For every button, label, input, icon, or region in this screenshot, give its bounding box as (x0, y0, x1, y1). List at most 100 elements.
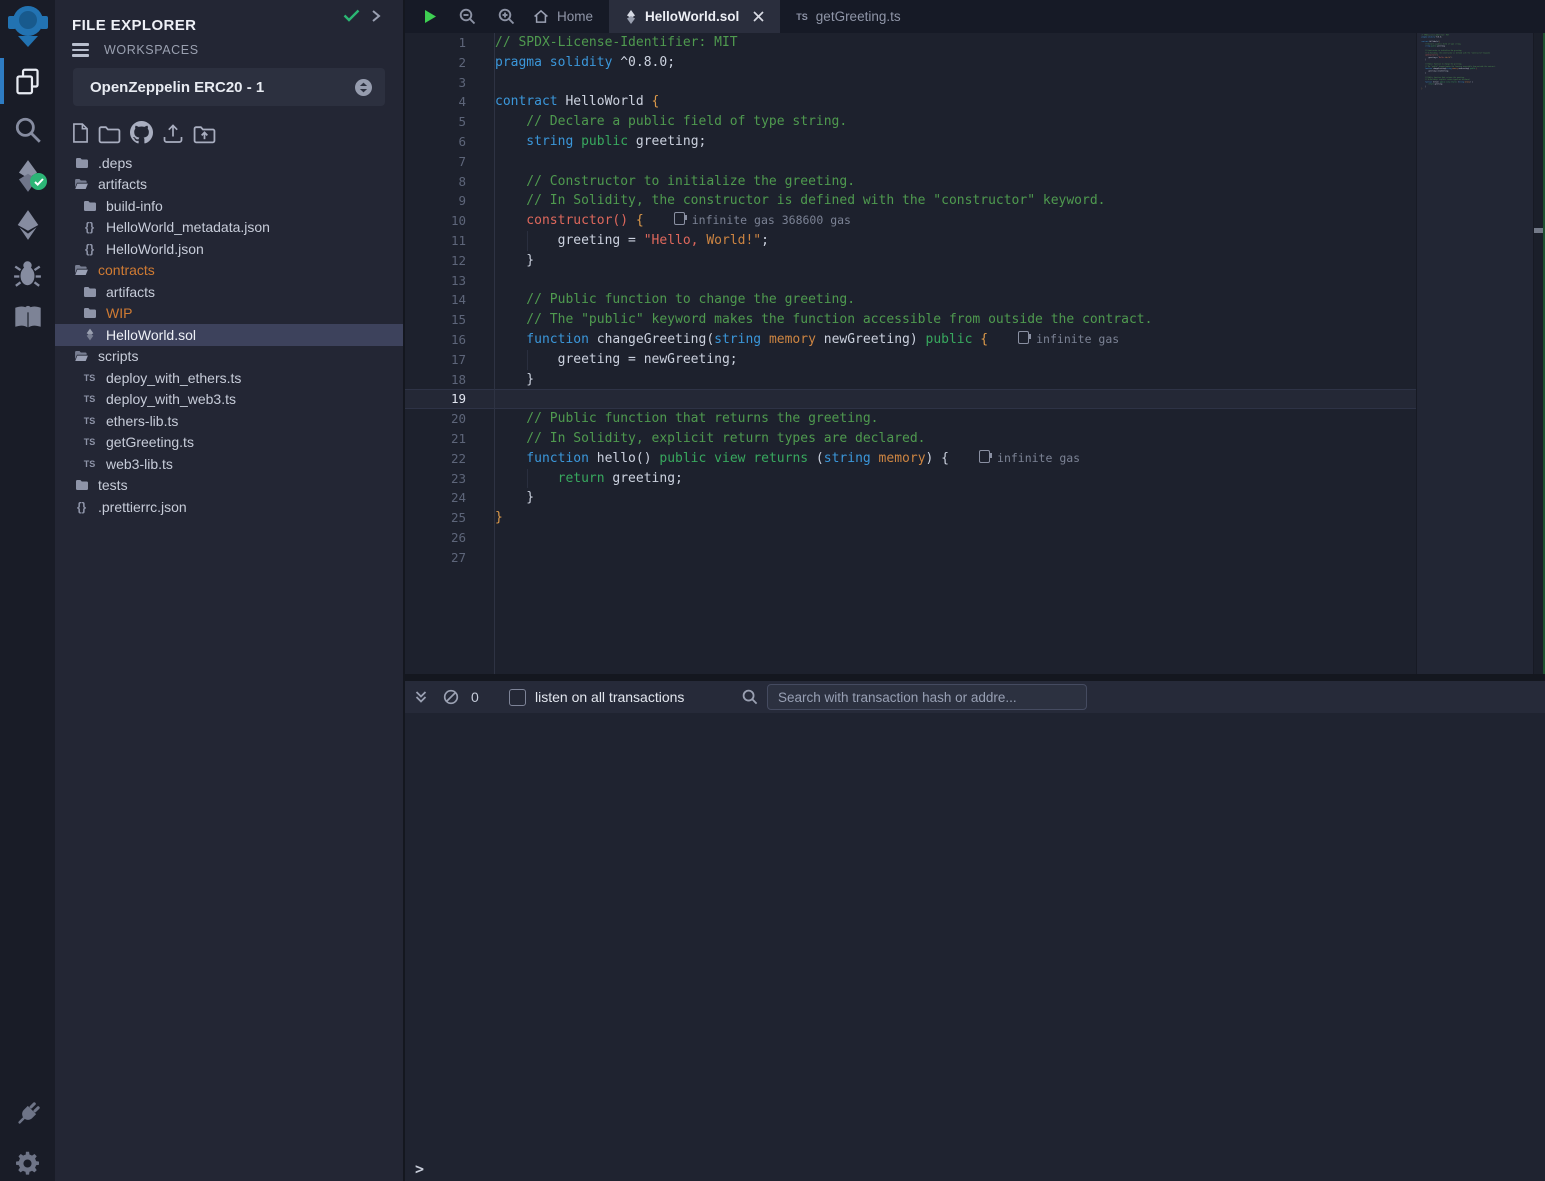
code-line-2[interactable]: 2pragma solidity ^0.8.0; (405, 53, 1416, 73)
code-line-26[interactable]: 26 (405, 528, 1416, 548)
tree-item-label: contracts (98, 262, 155, 278)
zoom-out-icon (459, 8, 476, 25)
code-line-12[interactable]: 12 } (405, 251, 1416, 271)
tree-item-scripts[interactable]: scripts (55, 346, 403, 368)
new-folder-button[interactable] (98, 125, 121, 144)
workspaces-menu-icon[interactable] (72, 43, 89, 56)
minimap[interactable]: // SPDX-License-Identifier: MITpragma so… (1421, 34, 1531, 164)
code-line-13[interactable]: 13 (405, 271, 1416, 291)
code-line-20[interactable]: 20 // Public function that returns the g… (405, 409, 1416, 429)
tab-bar: Home HelloWorld.sol TS (405, 0, 1545, 33)
code-line-19[interactable]: 19 (405, 389, 1416, 409)
line-number: 1 (405, 33, 466, 53)
code-line-16[interactable]: 16 function changeGreeting(string memory… (405, 330, 1416, 350)
tree-item--prettierrc-json[interactable]: {}.prettierrc.json (55, 496, 403, 518)
sidebar-item-file-explorer[interactable] (0, 62, 55, 100)
tree-item-label: HelloWorld.sol (106, 327, 196, 343)
run-script-button[interactable] (424, 9, 437, 24)
workspace-select[interactable]: OpenZeppelin ERC20 - 1 (73, 68, 385, 106)
code-line-14[interactable]: 14 // Public function to change the gree… (405, 290, 1416, 310)
code-line-18[interactable]: 18 } (405, 370, 1416, 390)
tab-label: Home (557, 9, 593, 24)
tree-item-tests[interactable]: tests (55, 475, 403, 497)
tree-item-helloworld-metadata-json[interactable]: {}HelloWorld_metadata.json (55, 217, 403, 239)
code-line-7[interactable]: 7 (405, 152, 1416, 172)
terminal-output[interactable]: > (405, 713, 1545, 1181)
code-line-8[interactable]: 8 // Constructor to initialize the greet… (405, 172, 1416, 192)
tab-home[interactable]: Home (517, 0, 609, 33)
tree-item--deps[interactable]: .deps (55, 152, 403, 174)
code-line-9[interactable]: 9 // In Solidity, the constructor is def… (405, 191, 1416, 211)
transaction-search-input[interactable] (767, 684, 1087, 710)
code-line-23[interactable]: 23 return greeting; (405, 469, 1416, 489)
sidebar-item-search[interactable] (0, 112, 55, 148)
tree-item-helloworld-json[interactable]: {}HelloWorld.json (55, 238, 403, 260)
tree-item-deploy-with-web3-ts[interactable]: TSdeploy_with_web3.ts (55, 389, 403, 411)
code-viewport[interactable]: 1// SPDX-License-Identifier: MIT2pragma … (405, 33, 1417, 674)
line-number: 4 (405, 92, 466, 112)
tree-item-web3-lib-ts[interactable]: TSweb3-lib.ts (55, 453, 403, 475)
code-line-6[interactable]: 6 string public greeting; (405, 132, 1416, 152)
tree-item-artifacts[interactable]: artifacts (55, 281, 403, 303)
code-line-24[interactable]: 24 } (405, 488, 1416, 508)
code-line-1[interactable]: 1// SPDX-License-Identifier: MIT (405, 33, 1416, 53)
tree-item-helloworld-sol[interactable]: HelloWorld.sol (55, 324, 403, 346)
terminal-toolbar: 0 listen on all transactions (405, 681, 1545, 713)
terminal-resize-handle[interactable] (405, 674, 1545, 681)
panel-chevron-right-icon[interactable] (371, 9, 381, 28)
tree-item-ethers-lib-ts[interactable]: TSethers-lib.ts (55, 410, 403, 432)
listen-transactions-checkbox[interactable] (509, 689, 526, 706)
editor-area: Home HelloWorld.sol TS (405, 0, 1545, 1181)
remix-logo[interactable] (0, 2, 55, 50)
gas-pump-icon (674, 212, 685, 225)
tab-helloworld-sol[interactable]: HelloWorld.sol (609, 0, 780, 33)
tree-item-deploy-with-ethers-ts[interactable]: TSdeploy_with_ethers.ts (55, 367, 403, 389)
clone-repo-button[interactable] (130, 121, 153, 144)
terminal-expand-button[interactable] (414, 690, 428, 704)
tree-item-build-info[interactable]: build-info (55, 195, 403, 217)
line-number: 5 (405, 112, 466, 132)
code-line-22[interactable]: 22 function hello() public view returns … (405, 449, 1416, 469)
new-file-button[interactable] (72, 122, 89, 144)
zoom-in-button[interactable] (498, 8, 515, 25)
line-number: 10 (405, 211, 466, 231)
sidebar-item-solidity-compiler[interactable] (0, 157, 55, 195)
plug-icon (13, 1099, 43, 1129)
tree-item-contracts[interactable]: contracts (55, 260, 403, 282)
line-number: 27 (405, 548, 466, 568)
tab-getgreeting-ts[interactable]: TS getGreeting.ts (780, 0, 916, 33)
code-line-3[interactable]: 3 (405, 73, 1416, 93)
code-line-15[interactable]: 15 // The "public" keyword makes the fun… (405, 310, 1416, 330)
files-icon (14, 67, 41, 96)
code-line-5[interactable]: 5 // Declare a public field of type stri… (405, 112, 1416, 132)
sidebar-item-deploy-run[interactable] (0, 205, 55, 245)
clear-console-button[interactable] (443, 689, 459, 705)
code-line-21[interactable]: 21 // In Solidity, explicit return types… (405, 429, 1416, 449)
folder-open-icon (74, 178, 89, 190)
new-folder-icon (98, 125, 121, 144)
tree-item-label: web3-lib.ts (106, 456, 173, 472)
tree-item-wip[interactable]: WIP (55, 303, 403, 325)
tree-item-label: HelloWorld.json (106, 241, 204, 257)
sidebar-item-learneth[interactable] (0, 300, 55, 334)
sidebar-item-settings[interactable] (0, 1146, 55, 1180)
code-line-17[interactable]: 17 greeting = newGreeting; (405, 350, 1416, 370)
sidebar-item-debugger[interactable] (0, 254, 55, 292)
upload-icon (162, 123, 184, 144)
code-line-10[interactable]: 10 constructor() {infinite gas 368600 ga… (405, 211, 1416, 231)
terminal-prompt: > (415, 1160, 424, 1178)
tree-item-getgreeting-ts[interactable]: TSgetGreeting.ts (55, 432, 403, 454)
close-tab-icon[interactable] (753, 11, 764, 22)
upload-folder-button[interactable] (193, 125, 216, 144)
tree-item-artifacts[interactable]: artifacts (55, 174, 403, 196)
code-line-4[interactable]: 4contract HelloWorld { (405, 92, 1416, 112)
upload-file-button[interactable] (162, 123, 184, 144)
zoom-out-button[interactable] (459, 8, 476, 25)
code-line-27[interactable]: 27 (405, 548, 1416, 568)
code-line-25[interactable]: 25} (405, 508, 1416, 528)
folder-icon (74, 157, 89, 169)
code-line-11[interactable]: 11 greeting = "Hello, World!"; (405, 231, 1416, 251)
workspace-selected: OpenZeppelin ERC20 - 1 (90, 79, 264, 96)
scrollbar-thumb[interactable] (1534, 228, 1543, 233)
sidebar-item-plugin-manager[interactable] (0, 1096, 55, 1132)
